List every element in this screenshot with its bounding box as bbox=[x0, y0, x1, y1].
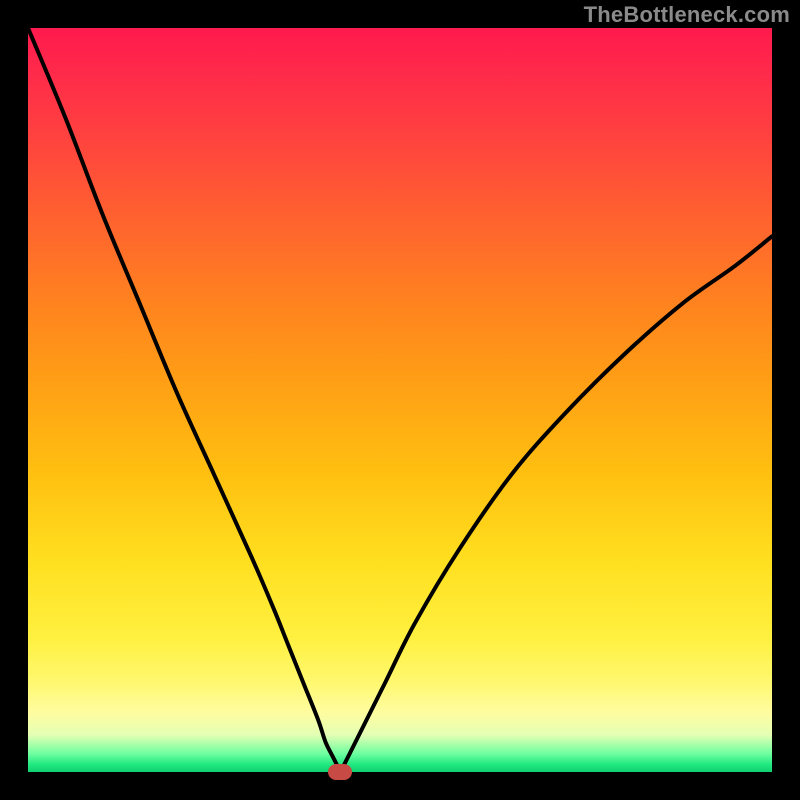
curve-svg bbox=[28, 28, 772, 772]
bottleneck-curve bbox=[28, 28, 772, 772]
plot-area bbox=[28, 28, 772, 772]
optimum-marker bbox=[328, 764, 352, 780]
chart-frame: TheBottleneck.com bbox=[0, 0, 800, 800]
watermark-text: TheBottleneck.com bbox=[584, 2, 790, 28]
